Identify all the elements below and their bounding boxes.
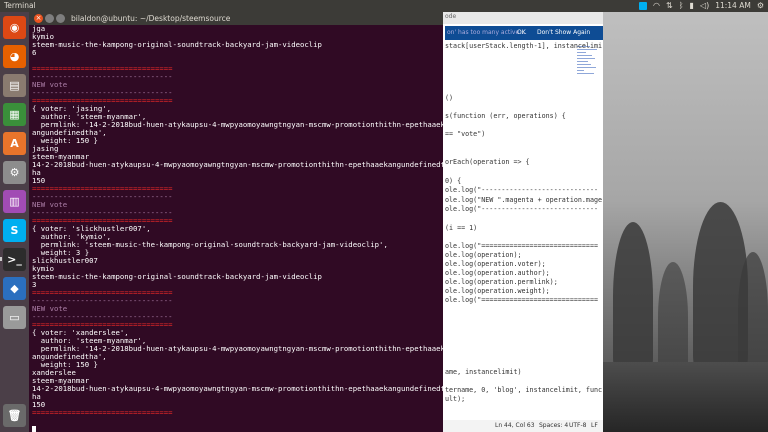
code-line: ole.log(operation.weight);: [445, 287, 550, 295]
skype-icon[interactable]: S: [3, 219, 26, 242]
terminal-output[interactable]: jga kymio steem-music-the-kampong-original…: [32, 24, 445, 432]
active-app-indicator: [0, 257, 2, 261]
code-line: stack[userStack.length-1], instancelimi: [445, 42, 603, 50]
code-line: orEach(operation => {: [445, 158, 530, 166]
terminal-prompt[interactable]: [32, 425, 442, 432]
settings-icon[interactable]: ⚙: [3, 161, 26, 184]
dash-icon[interactable]: ◉: [3, 16, 26, 39]
terminal-line: ================================: [32, 408, 173, 417]
code-line: ole.log("-----------------------------: [445, 186, 598, 194]
code-line: ole.log(operation);: [445, 251, 522, 259]
editor-title: ode: [445, 13, 457, 20]
drive-icon[interactable]: ▭: [3, 306, 26, 329]
terminal-line: ha: [32, 392, 41, 401]
code-line: == "vote"): [445, 130, 486, 138]
active-app-title: Terminal: [4, 1, 36, 10]
code-line: ole.log(operation.author);: [445, 269, 550, 277]
minimap[interactable]: [577, 44, 599, 124]
code-line: ame, instancelimit): [445, 368, 522, 376]
code-editor-window[interactable]: ode on' has too many active ... OK Don't…: [443, 12, 603, 432]
bluetooth-icon[interactable]: ᛒ: [679, 0, 684, 12]
volume-icon[interactable]: ◁): [700, 0, 709, 12]
terminal-line: permlink: 'steem-music-the-kampong-origi…: [32, 240, 388, 249]
maximize-icon[interactable]: [56, 14, 65, 23]
terminal-line: --------------------------------: [32, 296, 173, 305]
terminal-line: slickhustler007: [32, 256, 98, 265]
desktop-wallpaper: [603, 12, 768, 432]
firefox-icon[interactable]: ◕: [3, 45, 26, 68]
code-line: (i == 1): [445, 224, 478, 232]
terminal-line: steem-music-the-kampong-original-soundtr…: [32, 272, 322, 281]
terminal-line: 14-2-2018bud-huen-atykaupsu-4-mwpyaomoya…: [32, 384, 445, 393]
terminal-window[interactable]: × bilaldon@ubuntu: ~/Desktop/steemsource…: [29, 12, 445, 432]
terminal-line: --------------------------------: [32, 72, 173, 81]
vscode-icon[interactable]: ◆: [3, 277, 26, 300]
skype-tray-icon[interactable]: [639, 2, 648, 10]
top-panel: Terminal ◠ ⇅ ᛒ ▮ ◁) 11:14 AM ⚙: [0, 0, 768, 12]
software-center-icon[interactable]: A: [3, 132, 26, 155]
terminal-line: weight: 150 }: [32, 360, 98, 369]
code-line: 0) {: [445, 177, 462, 185]
clock[interactable]: 11:14 AM: [715, 0, 751, 12]
extension-notification: on' has too many active ... OK Don't Sho…: [445, 26, 603, 40]
minimize-icon[interactable]: [45, 14, 54, 23]
terminal-line: ha: [32, 168, 41, 177]
terminal-line: jga: [32, 24, 46, 33]
code-line: ole.log(operation.voter);: [445, 260, 546, 268]
code-line: ole.log(operation.permlink);: [445, 278, 558, 286]
code-line: tername, 0, 'blog', instancelimit, func: [445, 386, 603, 394]
gear-icon[interactable]: ⚙: [757, 0, 764, 12]
system-tray: ◠ ⇅ ᛒ ▮ ◁) 11:14 AM ⚙: [639, 0, 764, 12]
line-ending[interactable]: LF: [591, 420, 598, 432]
editor-tab-bar: ode: [443, 12, 603, 24]
code-line: ole.log("=============================: [445, 242, 598, 250]
code-line: ole.log("NEW ".magenta + operation.mage: [445, 196, 603, 204]
terminal-line: 6: [32, 48, 37, 57]
terminal-line: jasing: [32, 144, 59, 153]
ok-button[interactable]: OK: [517, 26, 526, 40]
encoding[interactable]: UTF-8: [569, 420, 587, 432]
launcher: ◉ ◕ ▤ ▦ A ⚙ ▥ S >_ ◆ ▭ 🗑: [0, 12, 29, 432]
code-line: ult);: [445, 395, 466, 403]
code-line: (): [445, 94, 454, 102]
editor-status-bar: Ln 44, Col 63 Spaces: 4 UTF-8 LF: [443, 420, 603, 432]
terminal-icon[interactable]: >_: [3, 248, 26, 271]
libreoffice-icon[interactable]: ▦: [3, 103, 26, 126]
code-line: s(function (err, operations) {: [445, 112, 566, 120]
dont-show-again-button[interactable]: Don't Show Again: [537, 26, 590, 40]
terminal-line: --------------------------------: [32, 192, 173, 201]
terminal-title: bilaldon@ubuntu: ~/Desktop/steemsource: [71, 14, 231, 23]
notification-message: on' has too many active ...: [447, 29, 527, 36]
indentation[interactable]: Spaces: 4: [539, 420, 568, 432]
files-icon[interactable]: ▤: [3, 74, 26, 97]
media-icon[interactable]: ▥: [3, 190, 26, 213]
terminal-line: xanderslee: [32, 368, 76, 377]
cursor-position[interactable]: Ln 44, Col 63: [495, 420, 535, 432]
trash-icon[interactable]: 🗑: [3, 404, 26, 427]
terminal-line: weight: 150 }: [32, 136, 98, 145]
code-line: ole.log("-----------------------------: [445, 205, 598, 213]
wifi-icon[interactable]: ◠: [653, 0, 660, 12]
terminal-line: 14-2-2018bud-huen-atykaupsu-4-mwpyaomoya…: [32, 160, 445, 169]
terminal-line: steem-music-the-kampong-original-soundtr…: [32, 40, 322, 49]
code-line: ole.log("=============================: [445, 296, 598, 304]
cursor: [32, 425, 36, 432]
close-icon[interactable]: ×: [34, 14, 43, 23]
terminal-title-bar[interactable]: × bilaldon@ubuntu: ~/Desktop/steemsource: [29, 12, 443, 25]
battery-icon[interactable]: ▮: [690, 0, 694, 12]
keyboard-icon[interactable]: ⇅: [666, 0, 673, 12]
